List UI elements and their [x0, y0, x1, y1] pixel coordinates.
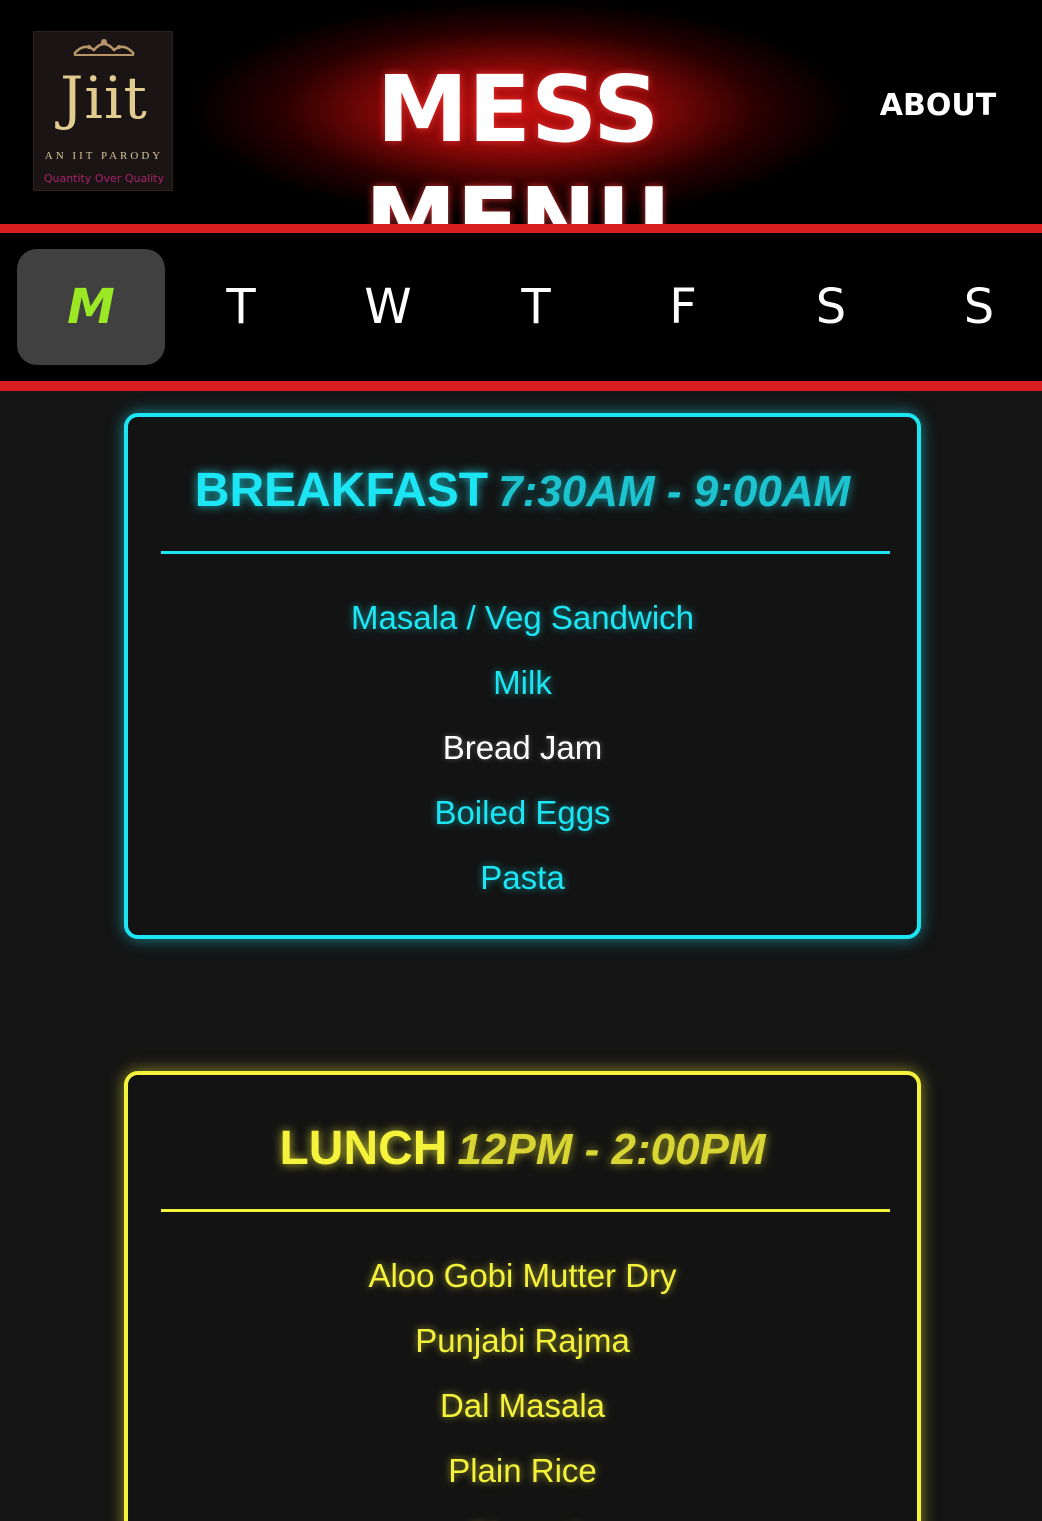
menu-item: Milk — [493, 664, 552, 701]
day-tab-monday[interactable]: M — [17, 249, 165, 365]
logo-subtitle: AN IIT PARODY — [44, 150, 164, 162]
meal-time: 7:30AM - 9:00AM — [498, 467, 851, 516]
day-selector: M T W T F S S — [0, 233, 1042, 381]
jiit-logo[interactable]: Jiit AN IIT PARODY Quantity Over Quality — [33, 31, 173, 191]
logo-wordmark: Jiit — [60, 64, 148, 132]
meal-name: LUNCH — [279, 1122, 448, 1175]
lunch-items: Aloo Gobi Mutter Dry Punjabi Rajma Dal M… — [128, 1243, 917, 1521]
lunch-heading: LUNCH 12PM - 2:00PM — [128, 1121, 917, 1178]
breakfast-heading: BREAKFAST 7:30AM - 9:00AM — [128, 463, 917, 520]
day-tab-tuesday[interactable]: T — [167, 249, 315, 365]
day-tab-wednesday[interactable]: W — [314, 249, 462, 365]
menu-item: Bread Jam — [442, 729, 603, 766]
card-divider — [161, 551, 890, 554]
menu-item: Aloo Gobi Mutter Dry — [368, 1257, 677, 1294]
about-link[interactable]: ABOUT — [868, 88, 1008, 123]
day-tab-saturday[interactable]: S — [757, 249, 905, 365]
crown-ornament-icon — [73, 39, 135, 56]
day-selector-divider — [0, 381, 1042, 391]
menu-item: Chapati — [128, 1503, 917, 1521]
breakfast-items: Masala / Veg Sandwich Milk Bread Jam Boi… — [128, 585, 917, 910]
menu-item: Pasta — [480, 859, 565, 896]
menu-item: Masala / Veg Sandwich — [350, 599, 695, 636]
logo-tagline: Quantity Over Quality — [43, 172, 165, 185]
menu-item: Dal Masala — [439, 1387, 606, 1424]
meal-time: 12PM - 2:00PM — [457, 1125, 766, 1174]
header: Jiit AN IIT PARODY Quantity Over Quality… — [0, 0, 1042, 275]
menu-item: Boiled Eggs — [434, 794, 611, 831]
lunch-card: LUNCH 12PM - 2:00PM Aloo Gobi Mutter Dry … — [124, 1071, 921, 1521]
meal-name: BREAKFAST — [194, 464, 489, 517]
menu-item: Plain Rice — [448, 1452, 597, 1489]
menu-item: Punjabi Rajma — [415, 1322, 630, 1359]
day-tab-sunday[interactable]: S — [905, 249, 1042, 365]
breakfast-card: BREAKFAST 7:30AM - 9:00AM Masala / Veg Sa… — [124, 413, 921, 939]
day-tab-thursday[interactable]: T — [462, 249, 610, 365]
day-tab-friday[interactable]: F — [609, 249, 757, 365]
card-divider — [161, 1209, 890, 1212]
